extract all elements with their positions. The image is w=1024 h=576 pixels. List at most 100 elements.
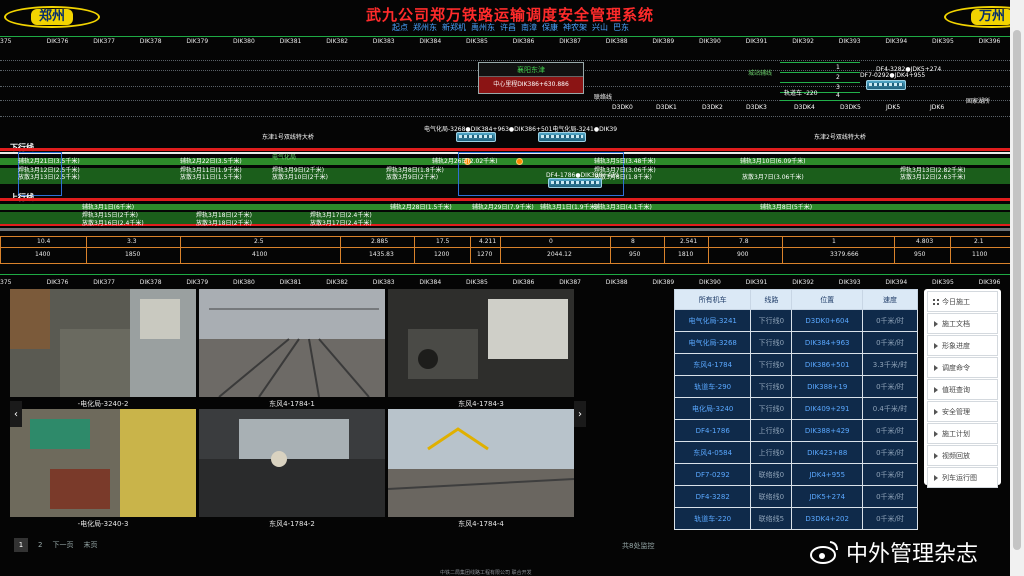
work-point-icon[interactable] <box>516 158 523 165</box>
scrollbar[interactable] <box>1010 0 1024 576</box>
vehicle-name[interactable]: 电气化局-3241 <box>673 309 752 332</box>
station-link[interactable]: 兴山 <box>592 22 608 33</box>
vehicle-row[interactable]: DF7-0292 联络线0 JDK4+955 0千米/时 <box>673 463 918 486</box>
station-link[interactable]: 起点 <box>392 22 408 33</box>
page-2[interactable]: 2 <box>38 541 42 549</box>
camera-feed[interactable] <box>10 289 196 397</box>
train-icon[interactable] <box>866 80 906 90</box>
construction-work-label[interactable]: 放散3月10日(2千米) <box>272 172 328 181</box>
construction-work-label[interactable]: 辅轨2月29日(7.9千米) <box>472 202 534 211</box>
construction-work-label[interactable]: 辅轨2月22日(3.5千米) <box>180 156 242 165</box>
ruler-length-value: 17.5 <box>436 238 450 245</box>
ruler-radius-value: 950 <box>629 251 641 258</box>
camera-feed[interactable] <box>388 289 574 397</box>
construction-work-label[interactable]: 放散3月7日(3.06千米) <box>742 172 804 181</box>
ruler-segment <box>610 237 664 263</box>
km-marker: 375 <box>0 279 12 286</box>
page-1[interactable]: 1 <box>14 538 28 552</box>
train-icon[interactable] <box>456 132 496 142</box>
chevron-right-icon <box>933 430 939 437</box>
prev-arrow-icon[interactable]: ‹ <box>10 401 22 427</box>
km-marker: DIK378 <box>139 279 162 286</box>
menu-item[interactable]: 今日施工 <box>927 291 998 312</box>
vehicle-name[interactable]: 轨道车-290 <box>673 375 752 398</box>
menu-item[interactable]: 施工文档 <box>927 313 998 334</box>
vehicle-speed: 0千米/时 <box>862 309 918 332</box>
vehicle-name[interactable]: DF7-0292 <box>673 463 752 486</box>
camera-feed[interactable] <box>10 409 196 517</box>
vehicle-name[interactable]: 东风4-0584 <box>673 441 752 464</box>
train-icon[interactable] <box>548 178 602 188</box>
vehicle-row[interactable]: 电气化局-3241 下行线0 D3DK0+604 0千米/时 <box>673 309 918 332</box>
last-page-link[interactable]: 末页 <box>83 540 97 550</box>
vehicle-row[interactable]: 电化局-3240 下行线0 DIK409+291 0.4千米/时 <box>673 397 918 420</box>
construction-work-label[interactable]: 辅轨3月8日(5千米) <box>760 202 812 211</box>
camera-feed[interactable] <box>199 409 385 517</box>
vehicle-name[interactable]: DF4-1786 <box>673 419 752 442</box>
vehicle-name[interactable]: DF4-3282 <box>673 485 752 508</box>
station-link[interactable]: 巴东 <box>613 22 629 33</box>
chevron-right-icon <box>933 452 939 459</box>
menu-item[interactable]: 形象进度 <box>927 335 998 356</box>
down-line-track <box>0 148 1010 151</box>
vehicle-name[interactable]: 轨道车-220 <box>673 507 752 530</box>
vehicle-position: D3DK0+604 <box>791 309 864 332</box>
station-link[interactable]: 保康 <box>542 22 558 33</box>
construction-work-label[interactable]: 辅轨2月21日(3.5千米) <box>18 156 80 165</box>
menu-item[interactable]: 列车运行图 <box>927 467 998 488</box>
vehicle-name[interactable]: 电化局-3240 <box>673 397 752 420</box>
station-link[interactable]: 神农架 <box>563 22 587 33</box>
vehicle-name[interactable]: 东风4-1784 <box>673 353 752 376</box>
construction-work-label[interactable]: 辅轨3月1日(1.9千米) <box>540 202 598 211</box>
construction-work-label[interactable]: 放散3月16日(2.4千米) <box>82 218 144 227</box>
vehicle-row[interactable]: 电气化局-3268 下行线0 DIK384+963 0千米/时 <box>673 331 918 354</box>
construction-work-label[interactable]: 辅轨2月26日(2.02千米) <box>432 156 498 165</box>
station-link[interactable]: 郑州东 <box>413 22 437 33</box>
vehicle-row[interactable]: 东风4-0584 上行线0 DIK423+88 0千米/时 <box>673 441 918 464</box>
construction-work-label[interactable]: 放散3月11日(1.5千米) <box>180 172 242 181</box>
menu-item[interactable]: 值班查询 <box>927 379 998 400</box>
camera-feed[interactable] <box>199 289 385 397</box>
vehicle-row[interactable]: 东风4-1784 下行线0 DIK386+501 3.3千米/时 <box>673 353 918 376</box>
station-link[interactable]: 许昌 <box>500 22 516 33</box>
vehicle-position: D3DK4+202 <box>791 507 864 530</box>
menu-item[interactable]: 安全管理 <box>927 401 998 422</box>
station-link[interactable]: 新郑机 <box>442 22 466 33</box>
vehicle-name[interactable]: 电气化局-3268 <box>673 331 752 354</box>
vehicle-speed: 0千米/时 <box>862 419 918 442</box>
yard-track-number: 2 <box>836 74 840 81</box>
construction-work-label[interactable]: 放散3月12日(2.63千米) <box>900 172 966 181</box>
camera-feed[interactable] <box>388 409 574 517</box>
yard-track-number: 4 <box>836 92 840 99</box>
menu-item[interactable]: 调度命令 <box>927 357 998 378</box>
construction-work-label[interactable]: 辅轨2月28日(1.5千米) <box>390 202 452 211</box>
scrollbar-thumb[interactable] <box>1013 30 1021 550</box>
km-marker: DIK392 <box>792 38 814 45</box>
km-marker: DIK395 <box>932 279 954 286</box>
next-page-link[interactable]: 下一页 <box>52 540 73 550</box>
train-icon[interactable] <box>538 132 586 142</box>
vehicle-row[interactable]: DF4-3282 联络线0 JDK5+274 0千米/时 <box>673 485 918 508</box>
col-header[interactable]: 所有机车 <box>673 289 752 310</box>
construction-work-label[interactable]: 放散3月18日(2千米) <box>196 218 252 227</box>
construction-work-label[interactable]: 放散3月13日(2.5千米) <box>18 172 80 181</box>
vehicle-position: DIK409+291 <box>791 397 864 420</box>
construction-work-label[interactable]: 辅轨3月5日(3.48千米) <box>594 156 656 165</box>
construction-work-label[interactable]: 放散3月9日(2千米) <box>386 172 438 181</box>
vehicle-row[interactable]: 轨道车-220 联络线5 D3DK4+202 0千米/时 <box>673 507 918 530</box>
menu-item[interactable]: 视频回放 <box>927 445 998 466</box>
work-vehicle-label: 电气化局 <box>272 154 297 161</box>
vehicle-line: 联络线5 <box>750 507 793 530</box>
station-card[interactable]: 襄阳东津 中心里程DIK386+630.886 <box>478 62 584 94</box>
construction-work-label[interactable]: 放散3月17日(2.4千米) <box>310 218 372 227</box>
menu-item[interactable]: 施工计划 <box>927 423 998 444</box>
station-link[interactable]: 南漳 <box>521 22 537 33</box>
vehicle-row[interactable]: DF4-1786 上行线0 DIK388+429 0千米/时 <box>673 419 918 442</box>
vehicle-row[interactable]: 轨道车-290 下行线0 DIK388+19 0千米/时 <box>673 375 918 398</box>
link-mileage-marker: JDK6 <box>930 104 945 111</box>
construction-work-label[interactable]: 辅轨3月3日(4.1千米) <box>594 202 652 211</box>
origin-city-badge: 郑州 <box>4 6 100 28</box>
construction-work-label[interactable]: 辅轨3月10日(6.09千米) <box>740 156 806 165</box>
next-arrow-icon[interactable]: › <box>574 401 586 427</box>
station-link[interactable]: 禹州东 <box>471 22 495 33</box>
